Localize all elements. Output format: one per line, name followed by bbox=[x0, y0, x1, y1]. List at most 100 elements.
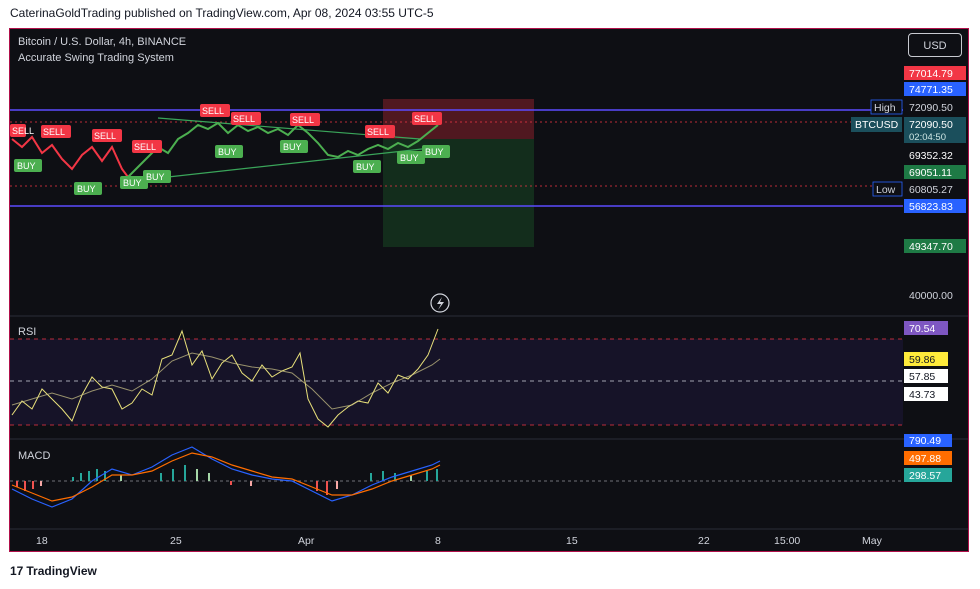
replay-icon[interactable] bbox=[430, 293, 450, 313]
chart-frame[interactable]: Bitcoin / U.S. Dollar, 4h, BINANCE Accur… bbox=[9, 28, 969, 552]
publisher-line: CaterinaGoldTrading published on Trading… bbox=[10, 6, 434, 20]
svg-text:77014.79: 77014.79 bbox=[909, 68, 953, 80]
price-label-40000: 40000.00 bbox=[909, 290, 953, 302]
stop-loss-zone[interactable] bbox=[383, 99, 534, 139]
sell-signal[interactable]: SELL bbox=[10, 124, 34, 137]
svg-text:SELL: SELL bbox=[202, 106, 224, 116]
svg-text:BUY: BUY bbox=[283, 142, 302, 152]
svg-text:BUY: BUY bbox=[356, 162, 375, 172]
svg-text:43.73: 43.73 bbox=[909, 389, 935, 401]
rsi-label: RSI bbox=[18, 326, 36, 338]
sell-signal[interactable]: SELL bbox=[41, 125, 71, 138]
svg-text:SELL: SELL bbox=[367, 127, 389, 137]
svg-text:High: High bbox=[874, 102, 896, 114]
sell-signal[interactable]: SELL bbox=[412, 112, 442, 125]
tradingview-logo[interactable]: 17 TradingView bbox=[10, 564, 97, 578]
price-label-69352[interactable]: 69352.32 bbox=[904, 148, 966, 162]
high-price-label[interactable]: 72090.50 bbox=[904, 100, 966, 114]
svg-text:59.86: 59.86 bbox=[909, 354, 935, 366]
buy-signal[interactable]: BUY bbox=[74, 182, 102, 195]
sell-signal[interactable]: SELL bbox=[132, 140, 162, 153]
symbol-title: Bitcoin / U.S. Dollar, 4h, BINANCE bbox=[18, 36, 186, 48]
time-label[interactable]: 15:00 bbox=[774, 535, 800, 547]
svg-text:BUY: BUY bbox=[425, 147, 444, 157]
rsi-label-59[interactable]: 59.86 bbox=[904, 352, 948, 366]
tradingview-icon: 17 bbox=[10, 564, 24, 578]
rsi-label-43[interactable]: 43.73 bbox=[904, 387, 948, 401]
svg-text:60805.27: 60805.27 bbox=[909, 184, 953, 196]
macd-label-790[interactable]: 790.49 bbox=[904, 434, 952, 447]
price-label-74771[interactable]: 74771.35 bbox=[904, 82, 966, 96]
svg-text:74771.35: 74771.35 bbox=[909, 84, 953, 96]
macd-histogram bbox=[16, 465, 438, 495]
time-label[interactable]: May bbox=[862, 535, 883, 547]
time-label[interactable]: 25 bbox=[170, 535, 182, 547]
svg-text:BTCUSD: BTCUSD bbox=[855, 119, 899, 131]
macd-label-497[interactable]: 497.88 bbox=[904, 451, 952, 465]
macd-label: MACD bbox=[18, 450, 50, 462]
svg-text:BUY: BUY bbox=[77, 184, 96, 194]
chart-canvas[interactable]: Bitcoin / U.S. Dollar, 4h, BINANCE Accur… bbox=[10, 29, 968, 551]
svg-text:497.88: 497.88 bbox=[909, 453, 941, 465]
sell-signal[interactable]: SELL bbox=[200, 104, 230, 117]
svg-text:BUY: BUY bbox=[400, 153, 419, 163]
price-label-69051[interactable]: 69051.11 bbox=[904, 165, 966, 179]
currency-button[interactable]: USD bbox=[908, 33, 962, 57]
svg-text:72090.50: 72090.50 bbox=[909, 102, 953, 114]
buy-signal[interactable]: BUY bbox=[397, 151, 425, 164]
rsi-label-70[interactable]: 70.54 bbox=[904, 321, 948, 335]
price-label-77014[interactable]: 77014.79 bbox=[904, 66, 966, 80]
svg-text:SELL: SELL bbox=[43, 127, 65, 137]
sell-signal[interactable]: SELL bbox=[365, 125, 395, 138]
svg-text:69051.11: 69051.11 bbox=[909, 167, 952, 179]
svg-text:56823.83: 56823.83 bbox=[909, 201, 953, 213]
macd-line bbox=[11, 446, 441, 508]
buy-signal[interactable]: BUY bbox=[353, 160, 381, 173]
svg-text:SELL: SELL bbox=[233, 114, 255, 124]
svg-text:SELL: SELL bbox=[134, 142, 156, 152]
buy-signal[interactable]: BUY bbox=[422, 145, 450, 158]
time-label[interactable]: 18 bbox=[36, 535, 48, 547]
price-label-49347[interactable]: 49347.70 bbox=[904, 239, 966, 253]
last-price-label[interactable]: 72090.50 02:04:50 bbox=[904, 117, 966, 143]
time-label[interactable]: 8 bbox=[435, 535, 441, 547]
sell-signal[interactable]: SELL bbox=[231, 112, 261, 125]
symbol-tag[interactable]: BTCUSD bbox=[851, 117, 902, 132]
brand-name: TradingView bbox=[26, 564, 97, 578]
svg-text:SELL: SELL bbox=[292, 115, 314, 125]
buy-signal[interactable]: BUY bbox=[215, 145, 243, 158]
price-label-56823[interactable]: 56823.83 bbox=[904, 199, 966, 213]
svg-text:SELL: SELL bbox=[94, 131, 116, 141]
svg-text:Low: Low bbox=[876, 184, 896, 196]
svg-text:790.49: 790.49 bbox=[909, 435, 941, 447]
low-price-label[interactable]: 60805.27 bbox=[904, 182, 966, 196]
low-tag[interactable]: Low bbox=[872, 181, 903, 197]
time-label[interactable]: 15 bbox=[566, 535, 578, 547]
svg-text:BUY: BUY bbox=[218, 147, 237, 157]
high-tag[interactable]: High bbox=[870, 99, 903, 115]
rsi-band bbox=[10, 339, 903, 425]
svg-text:69352.32: 69352.32 bbox=[909, 150, 953, 162]
time-label[interactable]: 22 bbox=[698, 535, 710, 547]
sell-signal[interactable]: SELL bbox=[92, 129, 122, 142]
buy-signal[interactable]: BUY bbox=[14, 159, 42, 172]
signal-line bbox=[11, 452, 441, 502]
svg-text:298.57: 298.57 bbox=[909, 470, 941, 482]
svg-text:SELL: SELL bbox=[414, 114, 436, 124]
buy-signal[interactable]: BUY bbox=[143, 170, 171, 183]
time-label[interactable]: Apr bbox=[298, 535, 315, 547]
svg-text:BUY: BUY bbox=[17, 161, 36, 171]
indicator-name: Accurate Swing Trading System bbox=[18, 52, 174, 64]
svg-text:BUY: BUY bbox=[146, 172, 165, 182]
rsi-label-57[interactable]: 57.85 bbox=[904, 369, 948, 383]
svg-text:70.54: 70.54 bbox=[909, 323, 935, 335]
svg-text:57.85: 57.85 bbox=[909, 371, 935, 383]
svg-text:BUY: BUY bbox=[123, 178, 142, 188]
sell-signal[interactable]: SELL bbox=[290, 113, 320, 126]
svg-text:72090.50: 72090.50 bbox=[909, 119, 953, 131]
svg-text:02:04:50: 02:04:50 bbox=[909, 132, 946, 143]
buy-signal[interactable]: BUY bbox=[280, 140, 308, 153]
macd-label-298[interactable]: 298.57 bbox=[904, 468, 952, 482]
svg-text:SELL: SELL bbox=[12, 126, 34, 136]
svg-text:49347.70: 49347.70 bbox=[909, 241, 953, 253]
